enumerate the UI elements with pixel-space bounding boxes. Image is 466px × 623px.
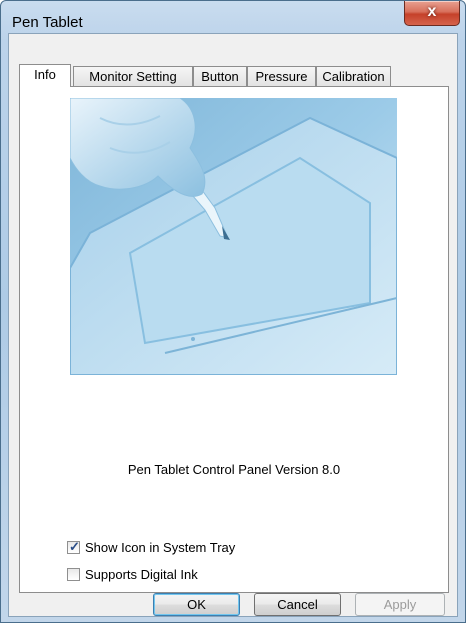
tab-info[interactable]: Info [19, 64, 71, 87]
pen-tablet-window: Pen Tablet x Info Monitor Setting Button… [0, 0, 466, 623]
digital-ink-label[interactable]: Supports Digital Ink [85, 567, 198, 582]
tab-monitor-setting[interactable]: Monitor Setting [73, 66, 193, 86]
pen-tablet-illustration [70, 98, 397, 375]
window-title: Pen Tablet [12, 14, 83, 31]
info-tab-panel: Pen Tablet Control Panel Version 8.0 ✓ S… [19, 86, 449, 593]
close-icon: x [427, 3, 437, 20]
cancel-button[interactable]: Cancel [254, 593, 341, 616]
tab-pressure[interactable]: Pressure [247, 66, 316, 86]
checkmark-icon: ✓ [69, 539, 80, 554]
apply-button[interactable]: Apply [355, 593, 445, 616]
dialog-body: Info Monitor Setting Button Pressure Cal… [8, 33, 458, 617]
tab-calibration[interactable]: Calibration [316, 66, 391, 86]
show-icon-label[interactable]: Show Icon in System Tray [85, 540, 235, 555]
tab-button[interactable]: Button [193, 66, 247, 86]
close-button[interactable]: x [404, 1, 460, 26]
ok-button[interactable]: OK [153, 593, 240, 616]
version-label: Pen Tablet Control Panel Version 8.0 [127, 462, 341, 477]
show-icon-checkbox[interactable]: ✓ [67, 539, 80, 554]
digital-ink-checkbox[interactable] [67, 568, 80, 581]
